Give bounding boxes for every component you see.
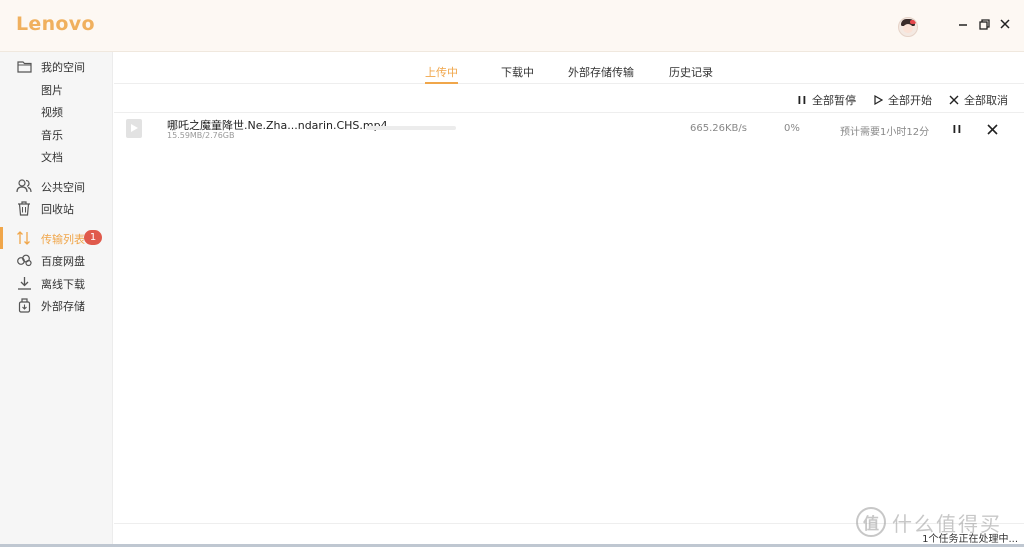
watermark-text: 什么值得买: [892, 511, 1002, 536]
close-icon: [949, 95, 959, 105]
avatar-face: [903, 24, 913, 33]
watermark: 值 什么值得买: [856, 504, 1002, 540]
toolbar: 全部暂停 全部开始 全部取消: [114, 85, 1024, 113]
tab-uploading[interactable]: 上传中: [425, 64, 458, 84]
minimize-button[interactable]: [955, 16, 971, 32]
folder-icon: [16, 58, 32, 74]
sidebar-item-label: 外部存储: [41, 300, 85, 313]
active-indicator: [0, 227, 3, 249]
tab-external-storage-transfer[interactable]: 外部存储传输: [568, 64, 634, 84]
pause-icon: [953, 125, 961, 133]
transfer-speed: 665.26KB/s: [690, 123, 747, 134]
people-icon: [16, 178, 32, 194]
title-bar: Lenovo: [0, 0, 1024, 52]
tab-downloading[interactable]: 下载中: [501, 64, 534, 84]
sidebar-item-label: 回收站: [41, 203, 74, 216]
sidebar-item-baidu-netdisk[interactable]: 百度网盘: [0, 249, 113, 271]
avatar[interactable]: [898, 17, 918, 37]
transfer-row: 哪吒之魔童降世.Ne.Zha...ndarin.CHS.mp4 15.59MB/…: [114, 114, 1024, 144]
transfer-percent: 0%: [784, 123, 800, 134]
tab-bar: 上传中 下载中 外部存储传输 历史记录: [114, 52, 1024, 84]
row-pause-button[interactable]: [950, 122, 964, 136]
start-all-button[interactable]: 全部开始: [873, 92, 932, 108]
close-button[interactable]: [997, 16, 1013, 32]
sidebar-item-public-space[interactable]: 公共空间: [0, 175, 113, 197]
sidebar: 我的空间 图片 视频 音乐 文档 公共空间 回收站 传输列表 1 百度网盘 离线…: [0, 52, 113, 547]
cloud-icon: [16, 252, 32, 268]
time-remaining: 预计需要1小时12分: [840, 127, 930, 138]
start-all-label: 全部开始: [888, 94, 932, 107]
cancel-all-label: 全部取消: [964, 94, 1008, 107]
sidebar-item-videos[interactable]: 视频: [0, 100, 113, 122]
external-storage-icon: [16, 297, 32, 313]
cancel-all-button[interactable]: 全部取消: [949, 92, 1008, 108]
play-icon: [874, 95, 883, 105]
transfer-icon: [16, 230, 32, 246]
pause-icon: [798, 96, 806, 104]
app-logo: Lenovo: [16, 13, 95, 35]
sidebar-item-label: 百度网盘: [41, 255, 85, 268]
pause-all-label: 全部暂停: [812, 94, 856, 107]
sidebar-item-documents[interactable]: 文档: [0, 145, 113, 167]
close-icon: [1000, 19, 1010, 29]
sidebar-item-external-storage[interactable]: 外部存储: [0, 294, 113, 316]
restore-icon: [978, 18, 990, 30]
sidebar-item-label: 视频: [41, 106, 63, 119]
sidebar-item-label: 我的空间: [41, 61, 85, 74]
sidebar-item-music[interactable]: 音乐: [0, 123, 113, 145]
sidebar-item-label: 文档: [41, 151, 63, 164]
progress-bar: [366, 126, 456, 130]
pause-all-button[interactable]: 全部暂停: [797, 92, 856, 108]
download-icon: [16, 275, 32, 291]
avatar-bow: [910, 20, 916, 24]
minimize-icon: [959, 24, 967, 26]
maximize-button[interactable]: [976, 16, 992, 32]
sidebar-item-transfer-list[interactable]: 传输列表 1: [0, 227, 113, 249]
sidebar-item-pictures[interactable]: 图片: [0, 78, 113, 100]
sidebar-item-offline-download[interactable]: 离线下载: [0, 272, 113, 294]
trash-icon: [16, 200, 32, 216]
watermark-logo: 值: [856, 507, 886, 537]
sidebar-item-label: 公共空间: [41, 181, 85, 194]
row-cancel-button[interactable]: [985, 122, 999, 136]
file-size: 15.59MB/2.76GB: [167, 131, 235, 140]
sidebar-item-label: 传输列表: [41, 233, 85, 246]
video-file-icon: [126, 119, 142, 138]
sidebar-item-recycle-bin[interactable]: 回收站: [0, 197, 113, 219]
close-icon: [986, 123, 998, 135]
sidebar-item-my-space[interactable]: 我的空间: [0, 55, 113, 77]
tab-history[interactable]: 历史记录: [669, 64, 713, 84]
sidebar-item-label: 离线下载: [41, 278, 85, 291]
transfer-count-badge: 1: [84, 230, 102, 245]
sidebar-item-label: 图片: [41, 84, 63, 97]
sidebar-item-label: 音乐: [41, 129, 63, 142]
main-panel: 上传中 下载中 外部存储传输 历史记录 全部暂停 全部开始 全部取消 哪吒之魔童…: [114, 52, 1024, 547]
